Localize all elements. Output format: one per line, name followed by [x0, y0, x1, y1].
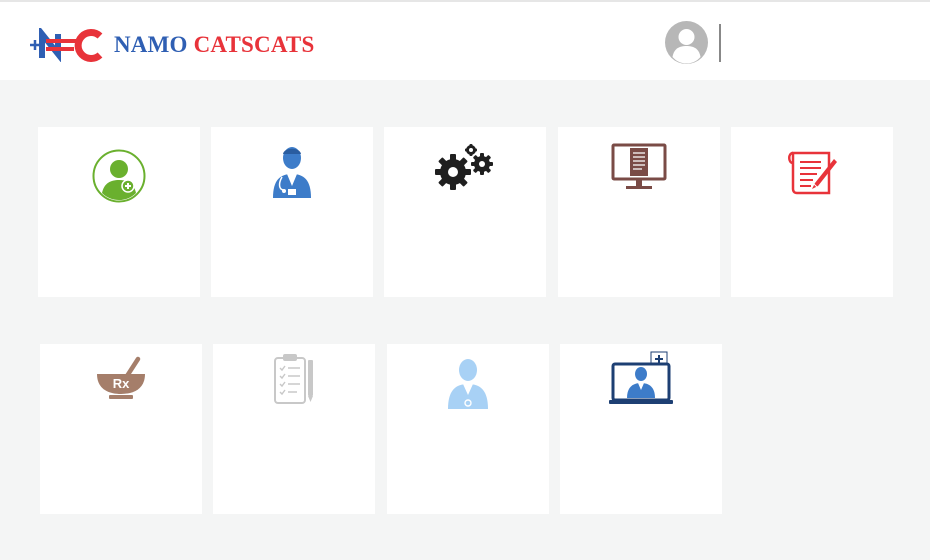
prescription-note-icon	[788, 151, 837, 195]
brand-name: NAMO CATSCATS	[114, 32, 314, 58]
svg-text:Rx: Rx	[113, 376, 130, 391]
tile-doctor[interactable]	[211, 127, 373, 297]
doctor-icon	[273, 147, 311, 198]
settings-gears-icon	[435, 144, 493, 190]
tile-doctor-profile[interactable]	[387, 344, 549, 514]
tile-telemedicine[interactable]	[560, 344, 722, 514]
logo[interactable]: NAMO CATSCATS	[28, 28, 314, 62]
app-header: NAMO CATSCATS	[0, 2, 930, 80]
tile-monitor[interactable]	[558, 127, 720, 297]
telemedicine-laptop-doctor-icon	[609, 351, 673, 404]
nc-logo-icon	[30, 28, 103, 62]
pharmacy-mortar-rx-icon: Rx	[97, 356, 145, 399]
tile-pharmacy[interactable]: Rx	[40, 344, 202, 514]
add-patient-icon	[92, 149, 146, 203]
tile-add-patient[interactable]	[38, 127, 200, 297]
tile-settings[interactable]	[384, 127, 546, 297]
doctor-silhouette-icon	[448, 359, 488, 409]
clipboard-checklist-icon	[274, 354, 313, 404]
user-avatar-icon[interactable]	[664, 20, 709, 65]
tile-clipboard[interactable]	[213, 344, 375, 514]
brand-name-part1: NAMO	[114, 32, 188, 57]
header-divider	[719, 24, 721, 62]
brand-name-part2: CATSCATS	[193, 32, 315, 57]
monitor-document-icon	[611, 143, 667, 189]
tile-prescription[interactable]	[731, 127, 893, 297]
